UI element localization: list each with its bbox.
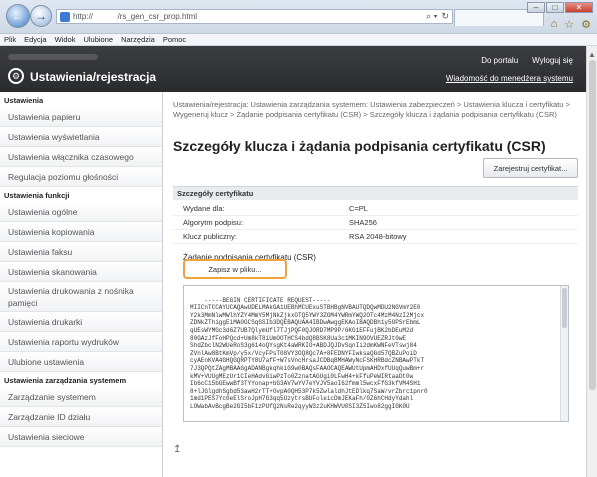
sidebar-section-system: Ustawienia zarządzania systemem [4, 376, 127, 385]
settings-icon[interactable]: ⚙ [581, 18, 591, 31]
sidebar-item-memory-print[interactable]: Ustawienia drukowania z nośnika pamięci [0, 282, 162, 312]
sidebar-item-favorites[interactable]: Ulubione ustawienia [0, 352, 162, 372]
page-scrollbar[interactable]: ▲ [586, 46, 597, 477]
menu-tools[interactable]: Narzędzia [121, 35, 155, 44]
menu-help[interactable]: Pomoc [163, 35, 186, 44]
csr-text: -----BEGIN CERTIFICATE REQUEST----- MIIC… [190, 296, 428, 410]
logout-link[interactable]: Wyloguj się [532, 56, 573, 65]
app-header: ⚙ Ustawienia/rejestracja Do portalu Wylo… [0, 46, 597, 92]
sidebar-item-paper[interactable]: Ustawienia papieru [0, 107, 162, 127]
address-bar[interactable]: http:// /rs_gen_csr_prop.html ⌕ ▾ ↻ [56, 9, 453, 24]
csr-textarea[interactable]: -----BEGIN CERTIFICATE REQUEST----- MIIC… [183, 285, 569, 422]
sidebar-item-display[interactable]: Ustawienia wyświetlania [0, 127, 162, 147]
portal-link[interactable]: Do portalu [481, 56, 518, 65]
sidebar-item-copy[interactable]: Ustawienia kopiowania [0, 222, 162, 242]
save-to-file-button[interactable]: Zapisz w pliku... [183, 259, 287, 279]
csr-scrollbar[interactable] [560, 286, 568, 421]
sidebar-item-scan[interactable]: Ustawienia skanowania [0, 262, 162, 282]
product-logo [8, 54, 98, 60]
detail-key: Wydane dla: [183, 204, 225, 213]
close-window-button[interactable]: ✕ [565, 2, 593, 13]
forward-arrow-icon: → [35, 9, 47, 23]
gear-icon: ⚙ [8, 68, 24, 84]
back-button[interactable]: ← [6, 4, 30, 28]
menu-view[interactable]: Widok [55, 35, 76, 44]
menu-edit[interactable]: Edycja [24, 35, 47, 44]
detail-row-public-key: Klucz publiczny: RSA 2048-bitowy [173, 232, 578, 244]
register-certificate-button[interactable]: Zarejestruj certyfikat... [483, 158, 578, 178]
sidebar: Ustawienia Ustawienia papieru Ustawienia… [0, 92, 163, 477]
sidebar-item-system-management[interactable]: Zarządzanie systemem [0, 387, 162, 407]
sidebar-section-function: Ustawienia funkcji [4, 191, 70, 200]
maintenance-link[interactable]: Wiadomość do menedżera systemu [446, 74, 573, 83]
page-header-title: Ustawienia/rejestracja [30, 70, 157, 84]
page-top-icon[interactable]: ↥ [173, 444, 181, 455]
sidebar-item-volume[interactable]: Regulacja poziomu głośności [0, 167, 162, 187]
search-icon[interactable]: ⌕ ▾ [426, 11, 437, 22]
page-icon [60, 11, 70, 22]
maximize-button[interactable]: □ [546, 2, 564, 13]
detail-key: Klucz publiczny: [183, 232, 237, 241]
menu-favorites[interactable]: Ulubione [83, 35, 113, 44]
detail-value: RSA 2048-bitowy [349, 232, 407, 241]
back-arrow-icon: ← [12, 9, 24, 23]
sidebar-item-report[interactable]: Ustawienia raportu wydruków [0, 332, 162, 352]
sidebar-item-general[interactable]: Ustawienia ogólne [0, 202, 162, 222]
forward-button[interactable]: → [30, 5, 52, 27]
sidebar-item-timer[interactable]: Ustawienia włącznika czasowego [0, 147, 162, 167]
menu-bar: Plik Edycja Widok Ulubione Narzędzia Pom… [0, 34, 597, 46]
sidebar-item-printer[interactable]: Ustawienia drukarki [0, 312, 162, 332]
breadcrumb: Ustawienia/rejestracja: Ustawienia zarzą… [173, 100, 570, 119]
sidebar-item-fax[interactable]: Ustawienia faksu [0, 242, 162, 262]
sidebar-section-settings: Ustawienia [4, 96, 44, 105]
address-text[interactable]: http:// /rs_gen_csr_prop.html [73, 12, 423, 21]
favorites-icon[interactable]: ☆ [564, 18, 574, 31]
page-title: Szczegóły klucza i żądania podpisania ce… [173, 138, 546, 154]
home-icon[interactable]: ⌂ [551, 18, 558, 31]
detail-row-issued-to: Wydane dla: C=PL [173, 204, 578, 216]
certificate-details-header: Szczegóły certyfikatu [173, 186, 578, 200]
detail-value: C=PL [349, 204, 368, 213]
scroll-up-icon[interactable]: ▲ [588, 50, 596, 59]
refresh-icon[interactable]: ↻ [441, 11, 449, 22]
scroll-thumb[interactable] [589, 60, 596, 390]
detail-key: Algorytm podpisu: [183, 218, 244, 227]
sidebar-item-department-id[interactable]: Zarządzanie ID działu [0, 407, 162, 427]
sidebar-item-network[interactable]: Ustawienia sieciowe [0, 427, 162, 447]
minimize-button[interactable]: – [527, 2, 545, 13]
menu-file[interactable]: Plik [4, 35, 16, 44]
browser-titlebar: ← → http:// /rs_gen_csr_prop.html ⌕ ▾ ↻ … [0, 0, 597, 34]
detail-value: SHA256 [349, 218, 377, 227]
main-content: Ustawienia/rejestracja: Ustawienia zarzą… [163, 92, 586, 477]
detail-row-signature-algorithm: Algorytm podpisu: SHA256 [173, 218, 578, 230]
